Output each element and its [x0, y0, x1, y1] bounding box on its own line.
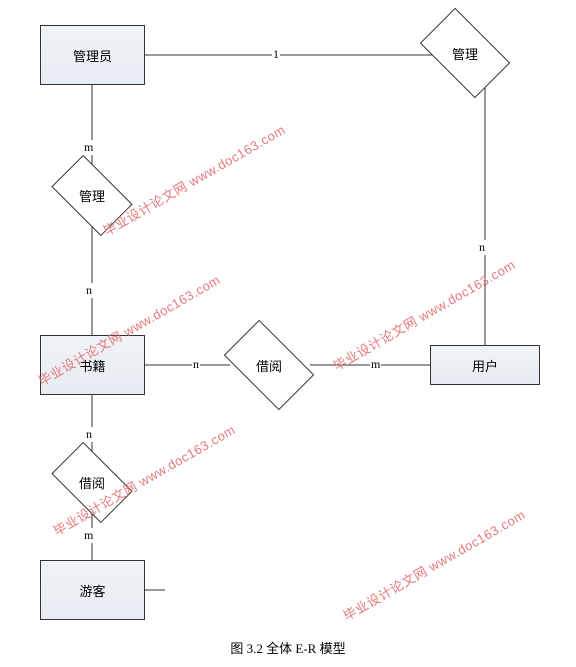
watermark-5: 毕业设计论文网 www.doc163.com [339, 504, 528, 624]
cardinality-book-borrow-mid: n [192, 357, 200, 372]
entity-user-label: 用户 [472, 356, 498, 375]
relationship-manage-left: 管理 [57, 173, 127, 218]
relationship-manage-left-label: 管理 [79, 186, 105, 205]
entity-user: 用户 [430, 345, 540, 385]
cardinality-borrow-left-guest: m [83, 528, 94, 543]
entity-guest: 游客 [40, 560, 145, 620]
relationship-manage-top: 管理 [426, 28, 504, 78]
cardinality-manage-top-user: n [478, 240, 486, 255]
entity-guest-label: 游客 [79, 581, 105, 600]
relationship-borrow-mid: 借阅 [230, 340, 308, 390]
relationship-borrow-mid-label: 借阅 [256, 356, 282, 375]
watermark-1: 毕业设计论文网 www.doc163.com [99, 119, 288, 239]
relationship-manage-top-label: 管理 [452, 44, 478, 63]
cardinality-book-borrow-left: n [85, 427, 93, 442]
entity-admin: 管理员 [40, 25, 145, 85]
relationship-borrow-left-label: 借阅 [79, 473, 105, 492]
cardinality-admin-manage-left: m [83, 140, 94, 155]
cardinality-borrow-mid-user: m [370, 357, 381, 372]
cardinality-admin-manage-top: 1 [272, 47, 280, 62]
figure-caption: 图 3.2 全体 E-R 模型 [0, 638, 576, 657]
cardinality-manage-left-book: n [85, 283, 93, 298]
entity-admin-label: 管理员 [73, 46, 112, 65]
